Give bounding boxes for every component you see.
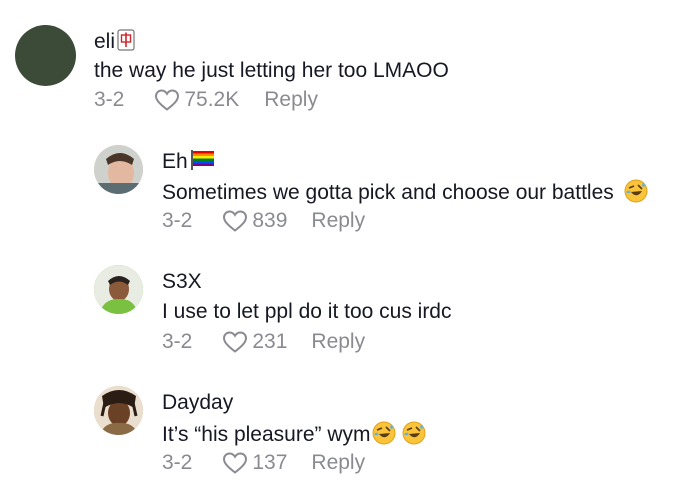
comment-meta: 3-2 75.2K Reply: [94, 88, 318, 112]
reply-button[interactable]: Reply: [311, 330, 365, 354]
avatar-photo: [94, 386, 143, 435]
avatar-photo: [94, 265, 143, 314]
avatar[interactable]: [94, 386, 143, 435]
mahjong-tile-emoji: [117, 29, 135, 51]
heart-icon: [223, 331, 248, 353]
like-button[interactable]: 75.2K: [154, 88, 239, 112]
reply-button[interactable]: Reply: [311, 451, 365, 475]
like-count: 839: [252, 209, 288, 232]
comment-text: Sometimes we gotta pick and choose our b…: [162, 179, 648, 205]
comment-author[interactable]: Dayday: [162, 391, 233, 415]
comment-date: 3-2: [162, 330, 193, 353]
comment-author[interactable]: Eh: [162, 149, 216, 174]
avatar-photo: [94, 145, 143, 194]
reply-button[interactable]: Reply: [311, 209, 365, 233]
rainbow-flag-emoji: [190, 150, 214, 170]
like-button[interactable]: 231: [222, 330, 287, 354]
rolling-on-floor-laughing-emoji: [372, 421, 396, 445]
like-count: 75.2K: [184, 88, 240, 111]
rolling-on-floor-laughing-emoji: [402, 421, 426, 445]
reply-button[interactable]: Reply: [264, 88, 318, 112]
like-count: 137: [252, 451, 288, 474]
comment-text: It’s “his pleasure” wym: [162, 421, 426, 447]
avatar[interactable]: [15, 25, 76, 86]
heart-icon: [223, 452, 248, 474]
comment-meta: 3-2 137 Reply: [162, 451, 365, 475]
comment-meta: 3-2 839 Reply: [162, 209, 365, 233]
like-button[interactable]: 839: [222, 209, 287, 233]
avatar[interactable]: [94, 145, 143, 194]
like-count: 231: [252, 330, 288, 353]
rolling-on-floor-laughing-emoji: [624, 179, 648, 203]
comment-date: 3-2: [162, 451, 193, 474]
comment-meta: 3-2 231 Reply: [162, 330, 365, 354]
comment-author[interactable]: S3X: [162, 270, 202, 294]
comment-text: the way he just letting her too LMAOO: [94, 59, 449, 82]
comment-text: I use to let ppl do it too cus irdc: [162, 300, 452, 323]
heart-icon: [155, 89, 180, 111]
comment-date: 3-2: [162, 209, 193, 232]
comment-date: 3-2: [94, 88, 125, 111]
comment-author[interactable]: eli: [94, 29, 135, 54]
heart-icon: [223, 210, 248, 232]
like-button[interactable]: 137: [222, 451, 287, 475]
avatar[interactable]: [94, 265, 143, 314]
